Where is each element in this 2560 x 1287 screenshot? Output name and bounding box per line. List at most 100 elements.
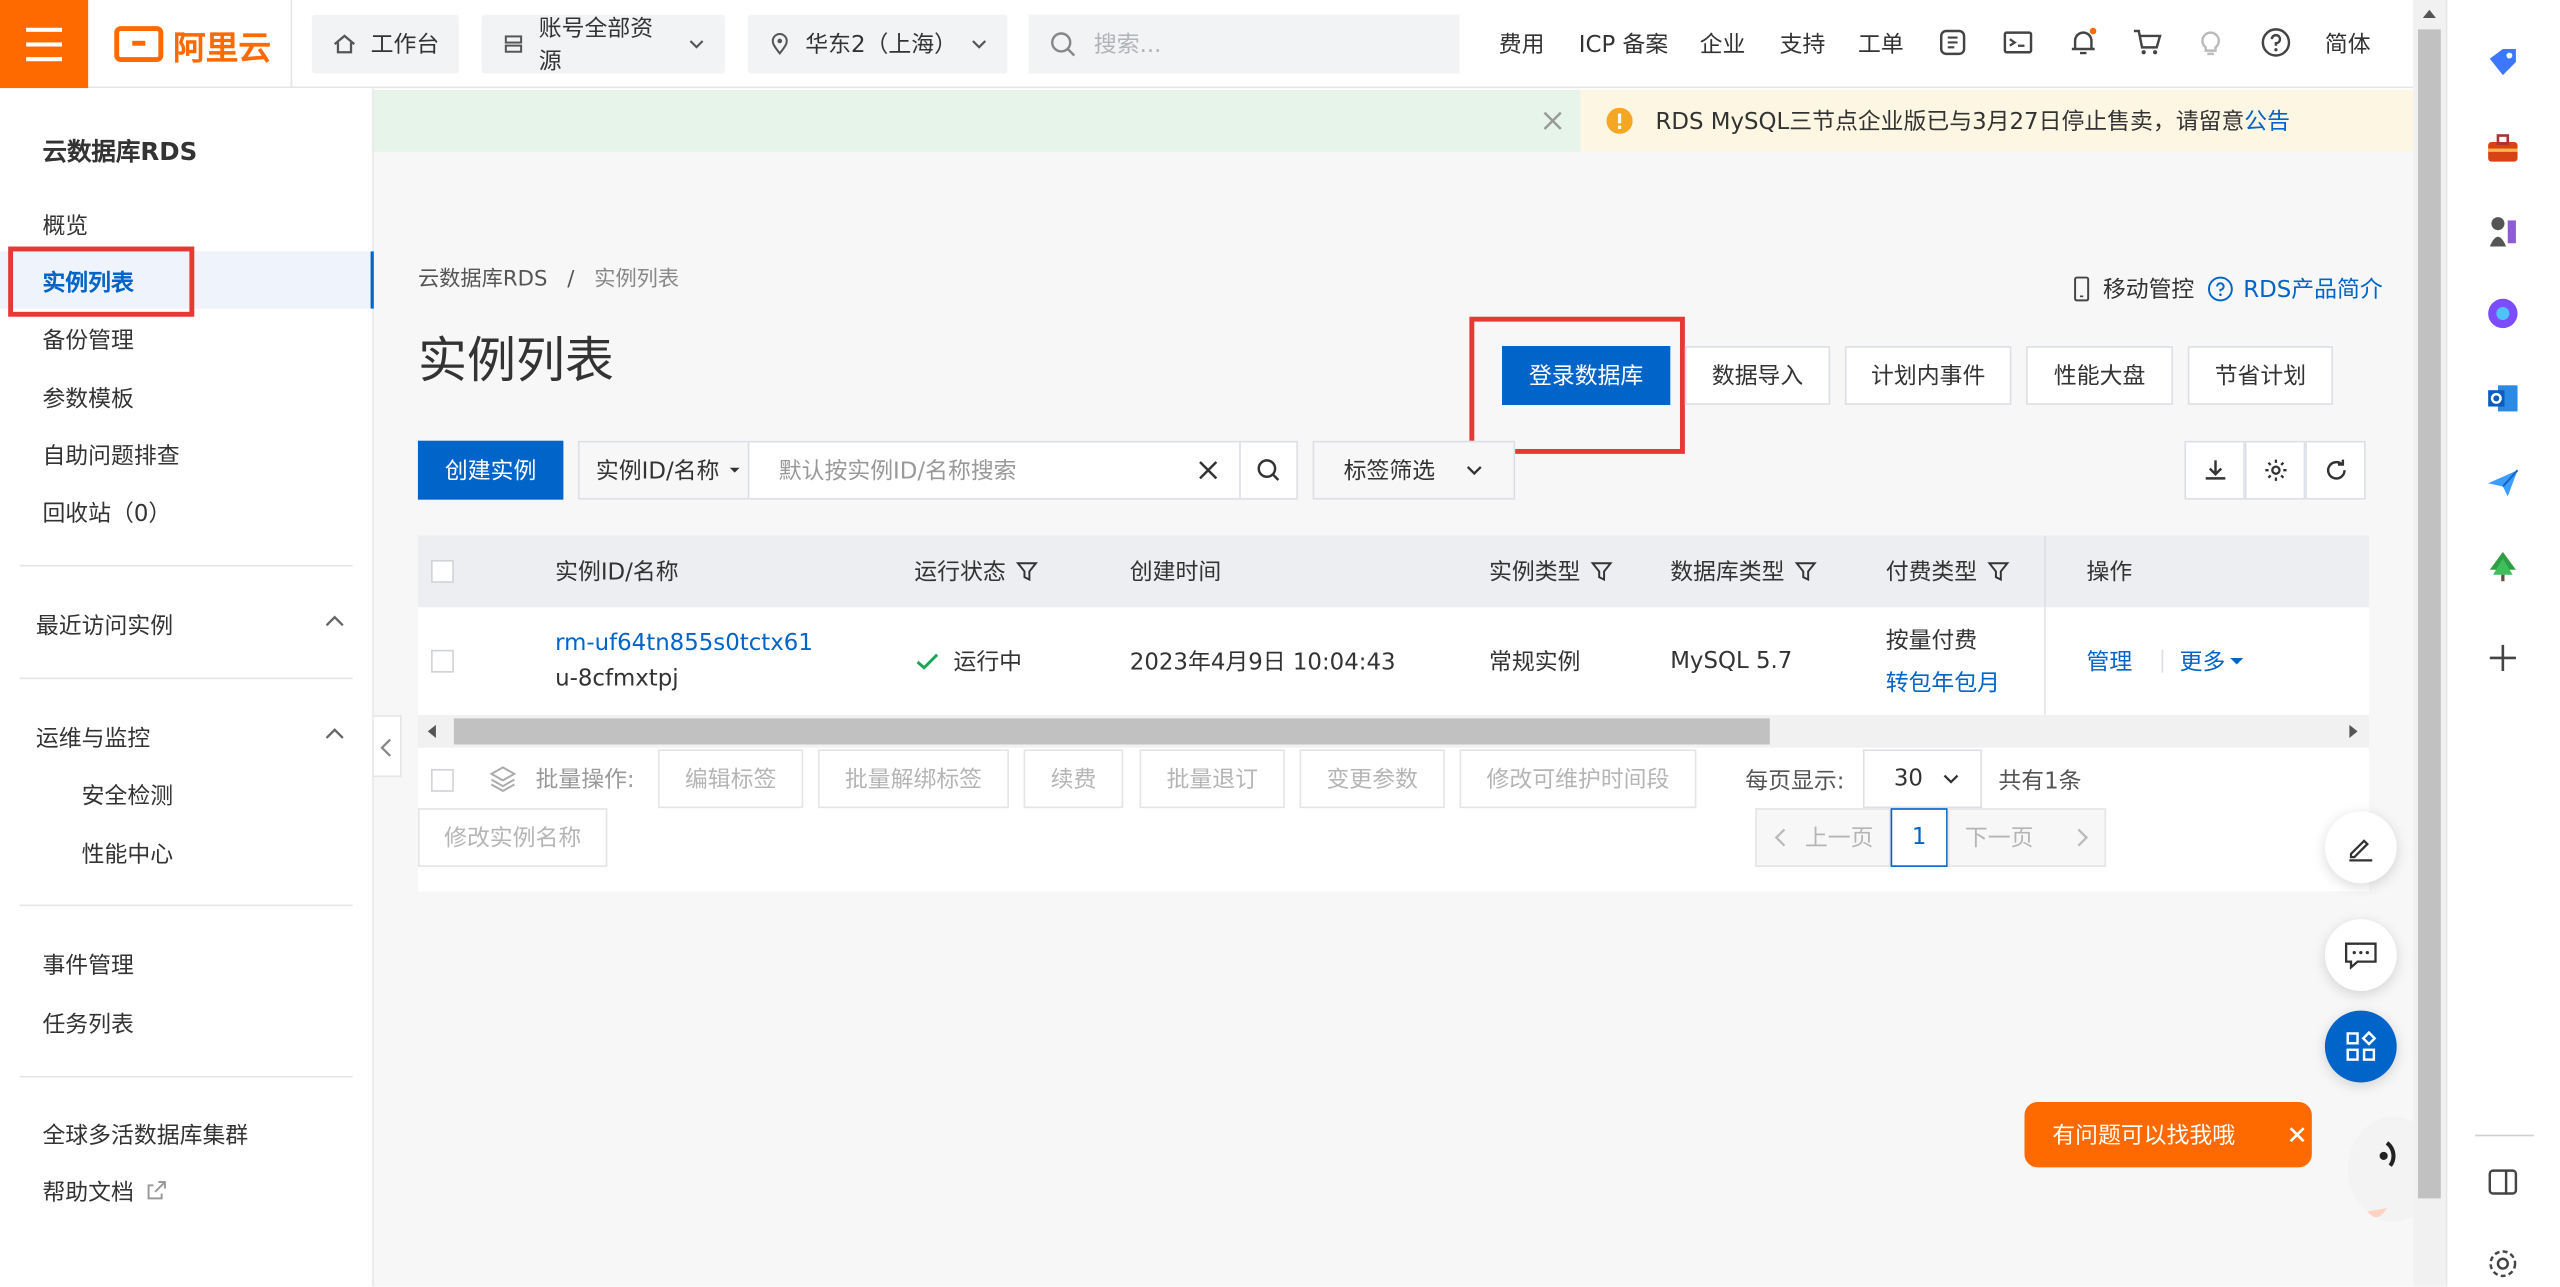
global-search-input[interactable]: 搜索... — [1028, 14, 1460, 74]
download-button[interactable] — [2184, 440, 2245, 500]
scrollbar-thumb[interactable] — [453, 718, 1770, 745]
language-switch[interactable]: 简体 — [2325, 28, 2371, 61]
feedback-edit-button[interactable] — [2324, 811, 2397, 884]
chevron-up-icon[interactable] — [323, 611, 346, 634]
edit-tags-button[interactable]: 编辑标签 — [657, 749, 804, 809]
apps-button[interactable] — [2324, 1010, 2397, 1083]
renew-button[interactable]: 续费 — [1023, 749, 1124, 809]
ticket-link[interactable]: 工单 — [1858, 28, 1904, 61]
tag-icon[interactable] — [2485, 44, 2521, 80]
maintenance-window-button[interactable]: 修改可维护时间段 — [1459, 749, 1697, 809]
col-pay-type[interactable]: 付费类型 — [1886, 536, 2010, 608]
sidebar-item-overview[interactable]: 概览 — [42, 209, 88, 242]
scroll-up-icon[interactable] — [2421, 7, 2437, 23]
cart-icon[interactable] — [2131, 26, 2164, 59]
close-icon[interactable] — [2287, 1125, 2307, 1145]
notice-link[interactable]: 公告 — [2244, 104, 2290, 137]
add-icon[interactable] — [2485, 640, 2521, 676]
chess-icon[interactable] — [2485, 214, 2521, 250]
more-actions-link[interactable]: 更多 — [2180, 645, 2226, 678]
workbench-button[interactable]: 工作台 — [311, 14, 459, 74]
sidebar-item-help-docs[interactable]: 帮助文档 — [42, 1176, 133, 1209]
search-button[interactable] — [1239, 442, 1296, 498]
sidebar-item-events[interactable]: 事件管理 — [42, 949, 133, 982]
batch-select-checkbox[interactable] — [431, 768, 454, 792]
sidebar-toggle-icon[interactable] — [2485, 1164, 2521, 1200]
enterprise-link[interactable]: 企业 — [1700, 28, 1746, 61]
page-1-button[interactable]: 1 — [1890, 808, 1948, 867]
assistant-bubble[interactable]: 有问题可以找我哦 — [2024, 1102, 2312, 1168]
sidebar-item-security[interactable]: 安全检测 — [82, 779, 173, 812]
lightbulb-icon[interactable] — [2194, 26, 2227, 59]
prev-page-button[interactable]: 上一页 — [1755, 808, 1891, 867]
menu-button[interactable] — [0, 0, 89, 89]
next-page-button[interactable]: 下一页 — [1947, 808, 2107, 867]
copilot-icon[interactable] — [2485, 296, 2521, 332]
icp-link[interactable]: ICP 备案 — [1579, 28, 1668, 61]
performance-dashboard-button[interactable]: 性能大盘 — [2026, 346, 2174, 405]
manage-link[interactable]: 管理 — [2087, 645, 2133, 678]
aliyun-logo[interactable]: 阿里云 — [114, 20, 271, 69]
chevron-up-icon[interactable] — [323, 723, 346, 746]
scroll-left-icon[interactable] — [424, 723, 440, 739]
breadcrumb-root[interactable]: 云数据库RDS — [418, 268, 547, 292]
change-params-button[interactable]: 变更参数 — [1299, 749, 1445, 809]
status-text: 运行中 — [953, 649, 1023, 676]
help-icon[interactable] — [2260, 26, 2293, 59]
sidebar-group-ops[interactable]: 运维与监控 — [36, 722, 150, 755]
resources-dropdown[interactable]: 账号全部资源 — [481, 14, 725, 75]
bell-icon[interactable] — [2067, 26, 2100, 59]
caret-down-icon[interactable] — [2229, 653, 2245, 669]
scroll-right-icon[interactable] — [2344, 723, 2360, 739]
billing-link[interactable]: 费用 — [1499, 28, 1545, 61]
col-db-type[interactable]: 数据库类型 — [1670, 536, 1817, 608]
close-icon[interactable] — [1541, 109, 1564, 132]
home-icon — [333, 34, 356, 54]
created-time: 2023年4月9日 10:04:43 — [1129, 649, 1396, 676]
beian-icon[interactable] — [1936, 26, 1969, 59]
support-link[interactable]: 支持 — [1780, 28, 1826, 61]
outlook-icon[interactable] — [2485, 380, 2521, 416]
batch-unsubscribe-button[interactable]: 批量退订 — [1139, 749, 1285, 809]
row-checkbox[interactable] — [431, 649, 454, 673]
rename-instance-button[interactable]: 修改实例名称 — [417, 808, 608, 867]
sidebar-item-troubleshoot[interactable]: 自助问题排查 — [42, 439, 179, 472]
rds-intro-link[interactable]: RDS产品简介 — [2207, 273, 2383, 306]
column-divider — [2044, 535, 2046, 608]
col-status[interactable]: 运行状态 — [914, 536, 1038, 608]
savings-plan-button[interactable]: 节省计划 — [2187, 346, 2334, 405]
region-dropdown[interactable]: 华东2（上海） — [747, 14, 1008, 74]
convert-subscription-link[interactable]: 转包年包月 — [1886, 666, 2000, 699]
sidebar-group-recent[interactable]: 最近访问实例 — [36, 609, 173, 642]
sidebar-collapse-button[interactable] — [373, 715, 402, 778]
send-icon[interactable] — [2485, 465, 2521, 501]
mobile-control-link[interactable]: 移动管控 — [2070, 273, 2194, 306]
assistant-avatar-icon[interactable] — [2344, 1110, 2414, 1228]
create-instance-button[interactable]: 创建实例 — [417, 440, 564, 500]
tag-filter-dropdown[interactable]: 标签筛选 — [1312, 440, 1516, 500]
sidebar-item-param-templates[interactable]: 参数模板 — [42, 382, 133, 415]
planned-events-button[interactable]: 计划内事件 — [1844, 346, 2012, 405]
briefcase-icon[interactable] — [2485, 131, 2521, 167]
clear-icon[interactable] — [1197, 459, 1220, 482]
refresh-button[interactable] — [2305, 440, 2366, 500]
search-field-select[interactable]: 实例ID/名称 — [579, 442, 750, 498]
col-instance-type[interactable]: 实例类型 — [1489, 536, 1613, 608]
settings-button[interactable] — [2244, 440, 2306, 500]
tree-icon[interactable] — [2485, 549, 2521, 585]
terminal-icon[interactable] — [2002, 26, 2035, 59]
data-import-button[interactable]: 数据导入 — [1684, 346, 1831, 405]
sidebar-item-performance[interactable]: 性能中心 — [82, 838, 173, 871]
scrollbar-thumb[interactable] — [2417, 29, 2441, 1199]
batch-unbind-tags-button[interactable]: 批量解绑标签 — [817, 749, 1009, 809]
gear-icon[interactable] — [2485, 1246, 2521, 1282]
select-all-checkbox[interactable] — [431, 559, 454, 583]
sidebar-item-backup[interactable]: 备份管理 — [42, 323, 133, 356]
sidebar-item-global-cluster[interactable]: 全球多活数据库集群 — [42, 1118, 248, 1151]
instance-id-link[interactable]: rm-uf64tn855s0tctx61 — [555, 630, 813, 656]
sidebar-item-recycle-bin[interactable]: 回收站（0） — [42, 496, 171, 529]
sidebar-item-tasks[interactable]: 任务列表 — [42, 1007, 133, 1040]
chat-button[interactable] — [2324, 919, 2397, 992]
instance-search-input[interactable]: 默认按实例ID/名称搜索 — [749, 454, 1196, 487]
per-page-select[interactable]: 30 — [1862, 749, 1983, 809]
